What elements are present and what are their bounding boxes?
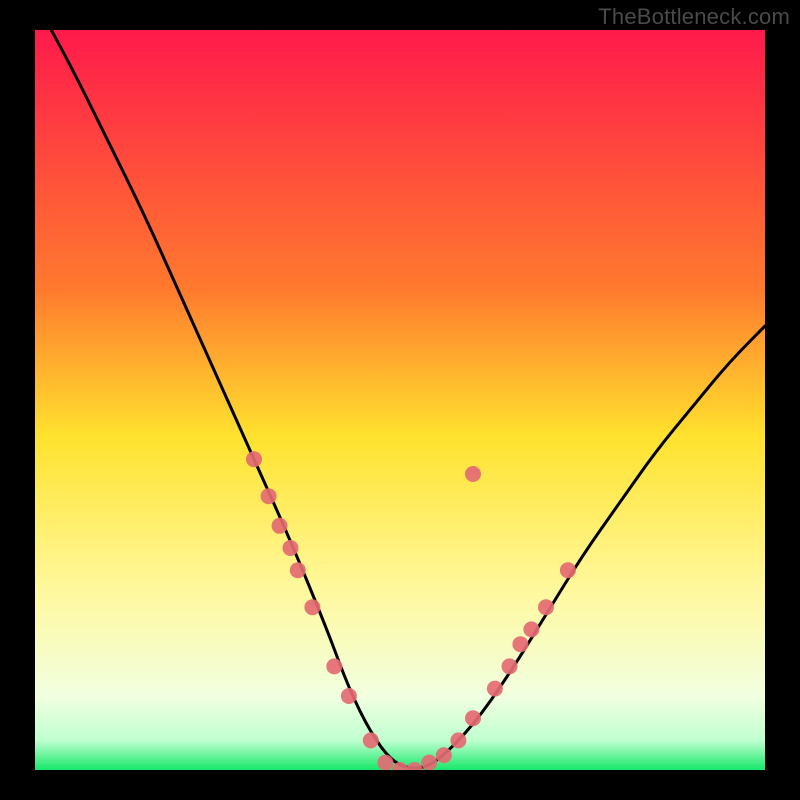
highlight-dot [421,755,437,770]
highlight-dot [523,621,539,637]
highlight-dot [261,488,277,504]
highlight-dot [246,451,262,467]
highlight-dot [272,518,288,534]
highlight-dot [341,688,357,704]
highlight-dot [290,562,306,578]
highlight-dot [304,599,320,615]
highlight-dot [283,540,299,556]
highlight-dot [377,755,393,770]
highlight-dot [538,599,554,615]
watermark-text: TheBottleneck.com [598,4,790,30]
highlight-dot [512,636,528,652]
chart-svg [35,30,765,770]
chart-frame: TheBottleneck.com [0,0,800,800]
highlight-dot [363,732,379,748]
highlight-dot [326,658,342,674]
highlight-dot [487,681,503,697]
gradient-background [35,30,765,770]
highlight-dot [465,466,481,482]
highlight-dot [502,658,518,674]
highlight-dot [450,732,466,748]
highlight-dot [436,747,452,763]
highlight-dot [560,562,576,578]
highlight-dot [465,710,481,726]
plot-area [35,30,765,770]
